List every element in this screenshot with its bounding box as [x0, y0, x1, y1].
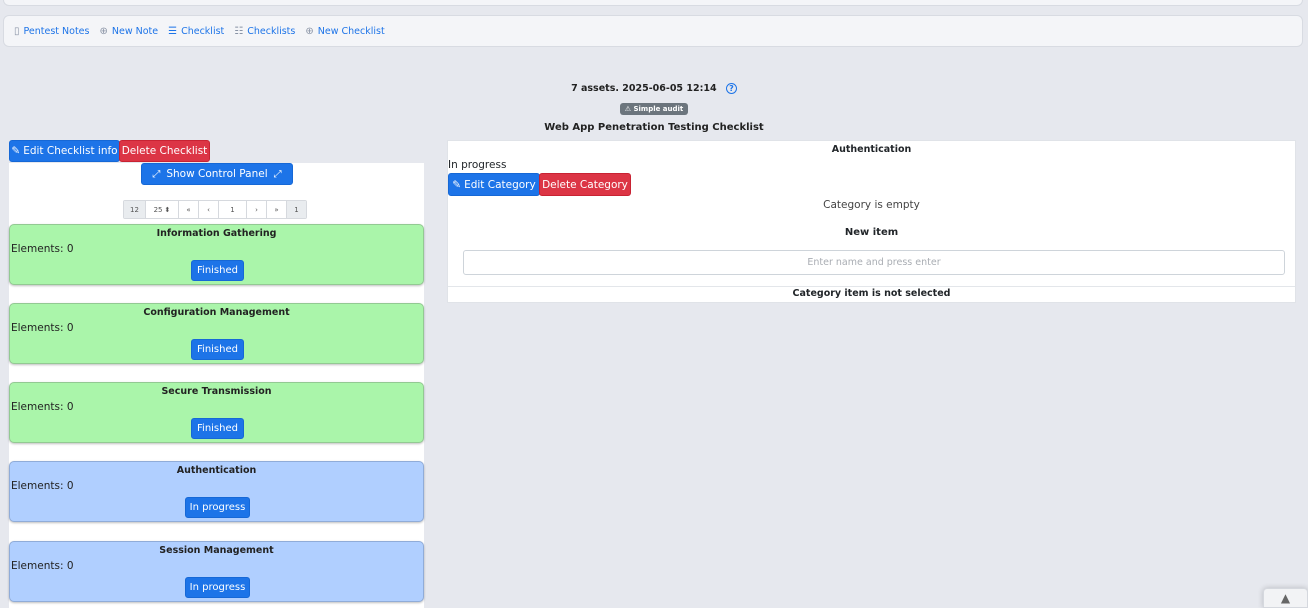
category-card[interactable]: Information Gathering Elements: 0 Finish…: [9, 224, 424, 285]
checklist-meta: 7 assets. 2025-06-05 12:14 ?: [0, 83, 1308, 94]
plus-circle-icon: ⊕: [99, 25, 108, 37]
page-size-value: 25: [153, 205, 163, 214]
nav-checklist-label: Checklist: [181, 25, 225, 37]
nav-new-checklist[interactable]: ⊕ New Checklist: [305, 26, 384, 37]
category-card[interactable]: Configuration Management Elements: 0 Fin…: [9, 303, 424, 364]
total-count: 12: [124, 201, 146, 218]
category-detail-title: Authentication: [831, 144, 912, 155]
nav-pentest-notes[interactable]: ▯ Pentest Notes: [14, 26, 89, 37]
badge-row: ⚠ Simple audit: [0, 101, 1308, 115]
category-card[interactable]: Secure Transmission Elements: 0 Finished: [9, 382, 424, 443]
page-size-select[interactable]: 25 ⬍: [146, 201, 179, 218]
category-title: Configuration Management: [143, 307, 290, 318]
checklist-title: Web App Penetration Testing Checklist: [544, 122, 764, 133]
category-title: Secure Transmission: [161, 386, 272, 397]
category-status-button[interactable]: Finished: [191, 418, 244, 439]
simple-audit-badge-label: Simple audit: [633, 105, 684, 113]
category-title: Authentication: [176, 465, 257, 476]
category-elements: Elements: 0: [11, 322, 74, 334]
prev-page-button[interactable]: ‹: [199, 201, 219, 218]
category-elements: Elements: 0: [11, 401, 74, 413]
list-check-icon: ☰: [168, 25, 178, 37]
delete-checklist-label: Delete Checklist: [121, 145, 208, 157]
category-status-button[interactable]: In progress: [185, 497, 250, 518]
edit-category-label: Edit Category: [464, 178, 536, 191]
simple-audit-badge: ⚠ Simple audit: [619, 103, 689, 115]
top-navbar: ▯ Pentest Notes ⊕ New Note ☰ Checklist ☷…: [3, 15, 1303, 47]
page-number-input[interactable]: 1: [219, 201, 247, 218]
arrow-up-icon: ▲: [1280, 591, 1291, 605]
top-bar-strip: [3, 0, 1303, 6]
category-elements: Elements: 0: [11, 243, 74, 255]
show-control-panel-label: Show Control Panel: [166, 168, 268, 180]
note-icon: ▯: [14, 25, 20, 37]
category-card[interactable]: Authentication Elements: 0 In progress: [9, 461, 424, 522]
pencil-icon: ✎: [11, 145, 21, 157]
nav-checklists-label: Checklists: [247, 25, 296, 37]
show-control-panel-button[interactable]: ⤢ Show Control Panel ⤢: [141, 163, 293, 185]
edit-checklist-button[interactable]: ✎ Edit Checklist info: [9, 140, 120, 162]
nav-new-note[interactable]: ⊕ New Note: [99, 26, 158, 37]
item-not-selected-text: Category item is not selected: [792, 288, 951, 299]
category-title: Session Management: [159, 545, 274, 556]
category-status-button[interactable]: Finished: [191, 260, 244, 281]
nav-checklist[interactable]: ☰ Checklist: [168, 26, 224, 37]
page-count: 1: [287, 201, 306, 218]
category-title: Information Gathering: [156, 228, 277, 239]
delete-category-button[interactable]: Delete Category: [539, 173, 631, 196]
category-empty-text: Category is empty: [823, 199, 920, 211]
plus-circle-icon: ⊕: [305, 25, 314, 37]
category-status-button[interactable]: Finished: [191, 339, 244, 360]
expand-icon: ⤢: [273, 168, 282, 180]
nav-pentest-notes-label: Pentest Notes: [23, 25, 90, 37]
category-card[interactable]: Session Management Elements: 0 In progre…: [9, 541, 424, 602]
expand-icon: ⤢: [152, 168, 161, 180]
divider: [448, 286, 1295, 287]
category-elements: Elements: 0: [11, 480, 74, 492]
edit-category-button[interactable]: ✎ Edit Category: [448, 173, 540, 196]
category-detail-panel: Authentication In progress ✎ Edit Catego…: [447, 140, 1296, 303]
help-icon[interactable]: ?: [725, 83, 737, 94]
last-page-button[interactable]: »: [267, 201, 287, 218]
edit-checklist-label: Edit Checklist info: [23, 145, 118, 157]
category-detail-status: In progress: [448, 159, 507, 171]
next-page-button[interactable]: ›: [247, 201, 267, 218]
assets-date-text: 7 assets. 2025-06-05 12:14: [571, 83, 717, 94]
nav-new-checklist-label: New Checklist: [317, 25, 385, 37]
sort-arrows-icon: ⬍: [164, 205, 171, 214]
category-elements: Elements: 0: [11, 560, 74, 572]
list-icon: ☷: [234, 25, 244, 37]
scroll-to-top-button[interactable]: ▲: [1263, 588, 1308, 608]
nav-checklists[interactable]: ☷ Checklists: [234, 26, 295, 37]
delete-checklist-button[interactable]: Delete Checklist: [119, 140, 210, 162]
new-item-label: New item: [844, 227, 899, 238]
first-page-button[interactable]: «: [179, 201, 199, 218]
pencil-icon: ✎: [452, 178, 462, 191]
nav-new-note-label: New Note: [111, 25, 159, 37]
pagination: 12 25 ⬍ « ‹ 1 › » 1: [123, 200, 307, 219]
category-status-button[interactable]: In progress: [185, 577, 250, 598]
delete-category-label: Delete Category: [542, 178, 628, 191]
new-item-input[interactable]: [463, 250, 1285, 275]
